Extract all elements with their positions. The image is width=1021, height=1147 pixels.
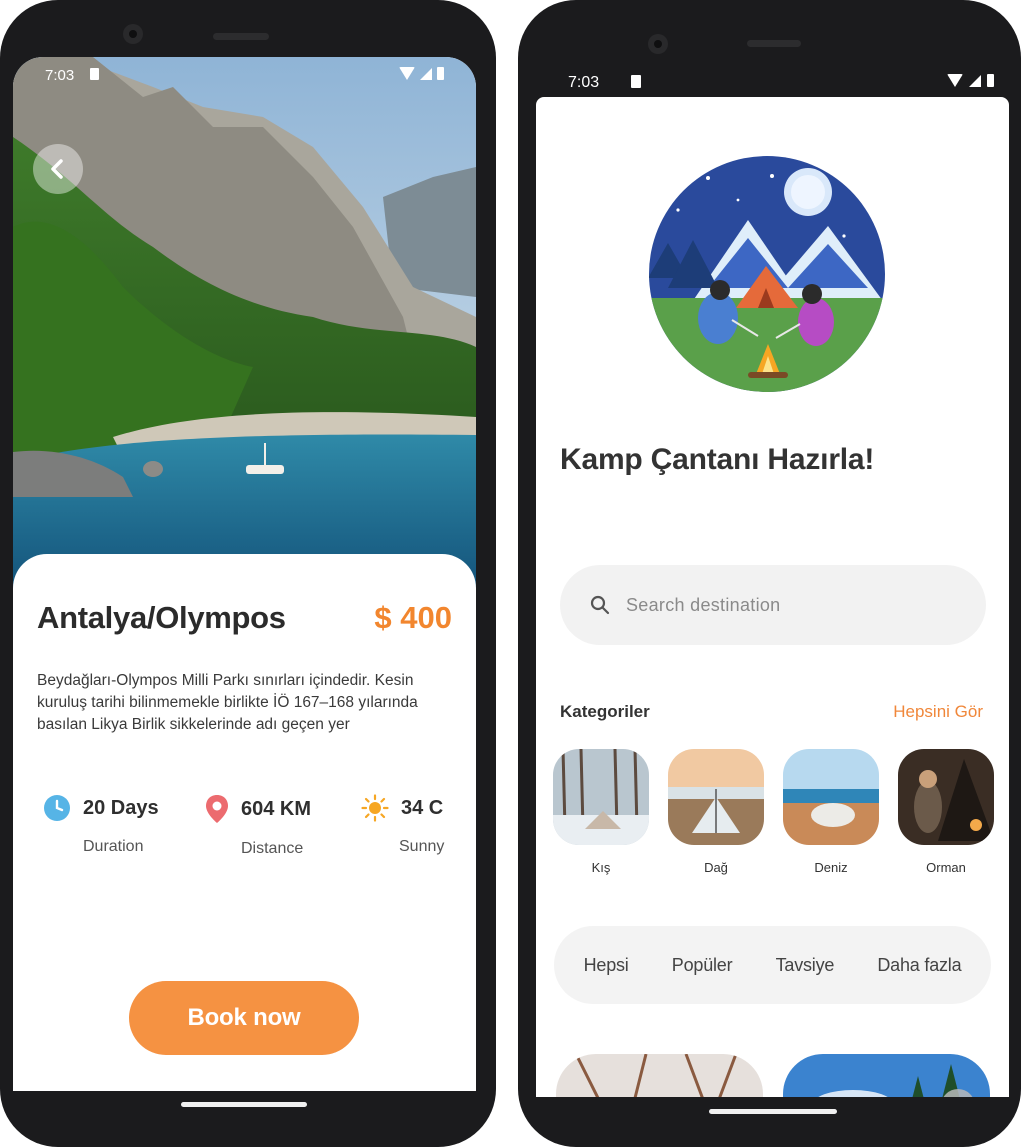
status-bar: 7:03 [13, 57, 476, 91]
front-camera [123, 24, 143, 44]
category-label: Kış [591, 860, 611, 875]
category-thumbnail [668, 749, 764, 845]
category-label: Deniz [814, 860, 848, 875]
category-label: Orman [926, 860, 966, 875]
category-thumbnail [553, 749, 649, 845]
earpiece-speaker [747, 40, 801, 47]
right-phone-frame: 7:03 Kamp Çantanı Hazırla! Search destin… [518, 0, 1021, 1147]
clock-icon [44, 795, 70, 821]
home-indicator[interactable] [181, 1102, 307, 1107]
search-input[interactable] [624, 593, 928, 617]
destination-price: $ 400 [374, 600, 452, 635]
see-all-link[interactable]: Hepsini Gör [893, 702, 983, 722]
stat-value: 34 C [401, 796, 444, 819]
filter-tabs: Hepsi Popüler Tavsiye Daha fazla [554, 926, 991, 1004]
detail-sheet: Antalya/Olympos $ 400 Beydağları-Olympos… [13, 554, 476, 1091]
status-time: 7:03 [568, 74, 600, 91]
search-bar[interactable] [560, 565, 986, 645]
category-thumbnail [898, 749, 994, 845]
tab-popular[interactable]: Popüler [672, 955, 733, 976]
stat-duration: 20 Days Duration [43, 794, 159, 856]
destination-detail-screen: 7:03 Antalya/Olympos $ 400 Beydağları-Ol… [13, 57, 476, 1091]
stat-value: 20 Days [83, 796, 159, 819]
signal-icon [420, 67, 432, 80]
back-button[interactable] [33, 144, 83, 194]
tab-recommended[interactable]: Tavsiye [776, 955, 835, 976]
camping-illustration [649, 156, 885, 392]
stat-distance: 604 KM Distance [205, 794, 311, 858]
wifi-icon [947, 74, 963, 87]
front-camera [648, 34, 668, 54]
location-pin-icon [206, 795, 228, 823]
battery-icon [987, 74, 994, 87]
category-winter[interactable]: Kış [553, 749, 649, 875]
signal-icon [969, 74, 981, 87]
destination-hero-photo: 7:03 [13, 57, 476, 617]
categories-heading: Kategoriler [560, 702, 650, 721]
wifi-icon [399, 67, 415, 80]
page-title: Kamp Çantanı Hazırla! [560, 443, 875, 476]
book-now-button[interactable]: Book now [129, 981, 359, 1055]
sun-icon [361, 794, 389, 822]
left-phone-frame: 7:03 Antalya/Olympos $ 400 Beydağları-Ol… [0, 0, 496, 1147]
destination-card[interactable] [556, 1054, 763, 1097]
tab-all[interactable]: Hepsi [584, 955, 629, 976]
sd-card-icon [631, 75, 641, 88]
destination-cards [556, 1054, 990, 1097]
battery-icon [437, 67, 444, 80]
category-list: Kış Dağ Deniz Orman [553, 749, 994, 875]
earpiece-speaker [213, 33, 269, 40]
chevron-left-icon [51, 159, 63, 179]
stat-value: 604 KM [241, 797, 312, 820]
sd-card-icon [90, 68, 99, 80]
stat-label: Duration [83, 838, 144, 855]
stat-label: Distance [241, 840, 304, 857]
status-bar: 7:03 [538, 67, 1011, 97]
camping-home-screen: Kamp Çantanı Hazırla! Kategoriler Hepsin… [536, 97, 1009, 1097]
category-mountain[interactable]: Dağ [668, 749, 764, 875]
destination-name: Antalya/Olympos [37, 600, 286, 635]
category-sea[interactable]: Deniz [783, 749, 879, 875]
search-icon [590, 595, 610, 615]
category-label: Dağ [704, 860, 728, 875]
destination-description: Beydağları-Olympos Milli Parkı sınırları… [37, 672, 418, 733]
category-thumbnail [783, 749, 879, 845]
tab-more[interactable]: Daha fazla [877, 955, 961, 976]
home-indicator[interactable] [709, 1109, 837, 1114]
destination-card[interactable] [783, 1054, 990, 1097]
status-time: 7:03 [45, 67, 75, 84]
stat-label: Sunny [399, 838, 445, 855]
category-forest[interactable]: Orman [898, 749, 994, 875]
stat-weather: 34 C Sunny [361, 794, 444, 856]
